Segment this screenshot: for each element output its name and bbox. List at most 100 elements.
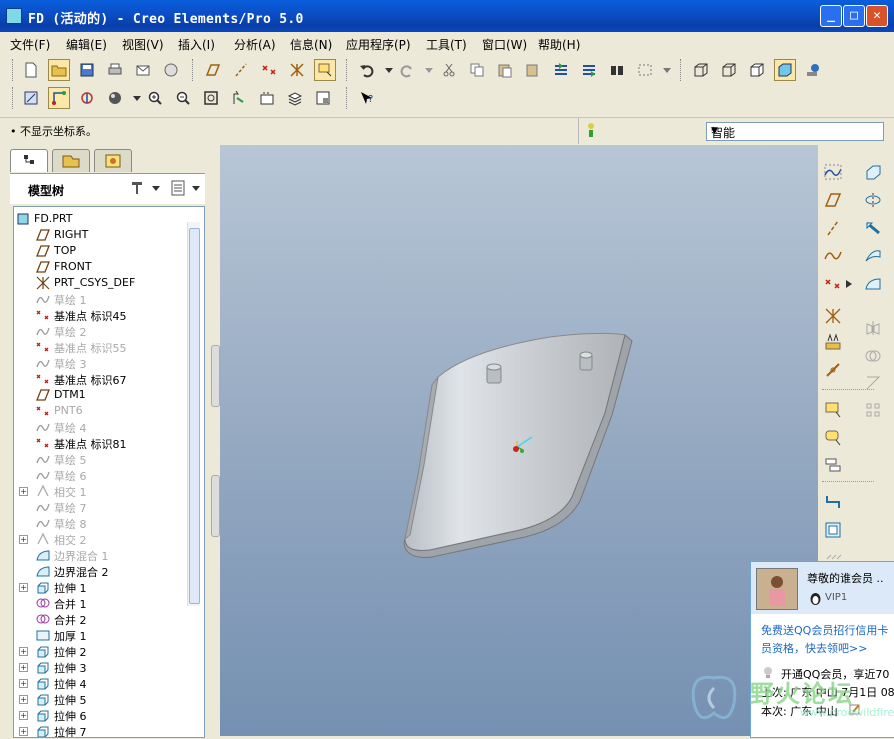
tab-folder-browser[interactable] [52,149,90,172]
expand-icon[interactable]: + [19,583,28,592]
expand-icon[interactable]: + [19,727,28,736]
maximize-button[interactable]: □ [843,5,865,27]
tree-item[interactable]: 基准点 标识67 [14,371,189,387]
layers-icon[interactable] [284,87,306,109]
hole-tool-icon[interactable] [862,161,884,183]
pattern-tool-icon[interactable] [862,399,884,421]
tree-item[interactable]: + 相交 1 [14,483,189,499]
graphics-viewport[interactable] [220,145,818,736]
tree-item[interactable]: 草绘 3 [14,355,189,371]
tree-scroll-thumb[interactable] [189,228,200,604]
toolbar-grip[interactable] [346,59,350,81]
tree-item[interactable]: PNT6 [14,403,189,419]
splitter-handle[interactable] [211,345,220,407]
expand-icon[interactable]: + [19,487,28,496]
annotation-display-icon[interactable] [314,59,336,81]
paste-special-icon[interactable] [522,59,544,81]
toolbar-grip[interactable] [346,87,350,109]
tree-item[interactable]: + 拉伸 5 [14,691,189,707]
blend-tool-icon[interactable] [862,245,884,267]
tree-item[interactable]: 边界混合 1 [14,547,189,563]
menu-applications[interactable]: 应用程序(P) [346,36,411,53]
wireframe-icon[interactable] [690,59,712,81]
toolbar-grip[interactable] [12,59,16,81]
menu-edit[interactable]: 编辑(E) [66,36,107,53]
menu-info[interactable]: 信息(N) [290,36,332,53]
merge-tool-icon[interactable] [862,345,884,367]
tree-item[interactable]: 草绘 2 [14,323,189,339]
tree-item[interactable]: 基准点 标识45 [14,307,189,323]
save-icon[interactable] [76,59,98,81]
tree-item[interactable]: 草绘 8 [14,515,189,531]
redo-dropdown-icon[interactable] [418,59,440,81]
menu-insert[interactable]: 插入(I) [178,36,215,53]
tree-item[interactable]: FD.PRT [14,211,189,227]
copy-icon[interactable] [466,59,488,81]
print-icon[interactable] [104,59,126,81]
shell-tool-icon[interactable] [822,491,844,513]
qq-promo-link-line2[interactable]: 员资格，快去领吧>> [761,640,867,656]
saved-views-icon[interactable] [256,87,278,109]
refit-icon[interactable] [200,87,222,109]
sketch-tool-icon[interactable] [822,161,844,183]
reorient-icon[interactable] [228,87,250,109]
sweep-tool-icon[interactable] [862,217,884,239]
menu-view[interactable]: 视图(V) [122,36,164,53]
model-display-icon[interactable] [802,59,824,81]
tree-item[interactable]: 加厚 1 [14,627,189,643]
toolbar-grip[interactable] [680,59,684,81]
tree-item[interactable]: DTM1 [14,387,189,403]
expand-icon[interactable]: + [19,535,28,544]
close-button[interactable]: ✕ [866,5,888,27]
regen-manager-icon[interactable] [578,59,600,81]
zoom-in-icon[interactable] [144,87,166,109]
minimize-button[interactable]: _ [820,5,842,27]
shading-icon[interactable] [774,59,796,81]
model-3d-view[interactable] [220,145,818,736]
datum-curve-tool-icon[interactable] [822,245,844,267]
round-tool-icon[interactable] [822,427,844,449]
reference-tool-icon[interactable] [822,359,844,381]
panel-splitter[interactable] [210,145,220,736]
tree-settings-icon[interactable] [130,180,160,199]
rib-tool-icon[interactable] [822,519,844,541]
revolve-tool-icon[interactable] [862,189,884,211]
expand-icon[interactable]: + [19,663,28,672]
sketch-view-icon[interactable] [20,87,42,109]
menu-file[interactable]: 文件(F) [10,36,50,53]
splitter-handle[interactable] [211,475,220,537]
datum-point-display-icon[interactable] [258,59,280,81]
tree-item[interactable]: + 拉伸 4 [14,675,189,691]
datum-axis-display-icon[interactable] [230,59,252,81]
menu-window[interactable]: 窗口(W) [482,36,527,53]
datum-plane-tool-icon[interactable] [822,189,844,211]
datum-point-more-icon[interactable] [844,273,854,295]
cut-icon[interactable] [438,59,460,81]
hidden-line-icon[interactable] [718,59,740,81]
csys-tool-icon[interactable] [822,305,844,327]
tree-item[interactable]: 草绘 1 [14,291,189,307]
tree-item[interactable]: + 拉伸 3 [14,659,189,675]
appearance-gallery-icon[interactable] [104,87,126,109]
datum-point-tool-icon[interactable] [822,273,844,295]
tree-item[interactable]: + 相交 2 [14,531,189,547]
analysis-feature-icon[interactable] [822,331,844,353]
tree-item[interactable]: 合并 1 [14,595,189,611]
tree-item[interactable]: + 拉伸 6 [14,707,189,723]
tree-item[interactable]: 草绘 5 [14,451,189,467]
expand-icon[interactable]: + [19,711,28,720]
boundary-blend-tool-icon[interactable] [862,273,884,295]
view-manager-icon[interactable] [312,87,334,109]
tree-item[interactable]: TOP [14,243,189,259]
tree-item[interactable]: 基准点 标识55 [14,339,189,355]
tree-item[interactable]: 草绘 7 [14,499,189,515]
zoom-out-icon[interactable] [172,87,194,109]
menu-help[interactable]: 帮助(H) [538,36,580,53]
redo-icon[interactable] [396,59,418,81]
expand-icon[interactable]: + [19,695,28,704]
selection-filter-select[interactable]: 智能 ▼ [706,122,884,141]
csys-display-icon[interactable] [286,59,308,81]
tab-favorites[interactable] [94,149,132,172]
find-icon[interactable] [606,59,628,81]
context-help-icon[interactable]: ? [356,87,378,109]
